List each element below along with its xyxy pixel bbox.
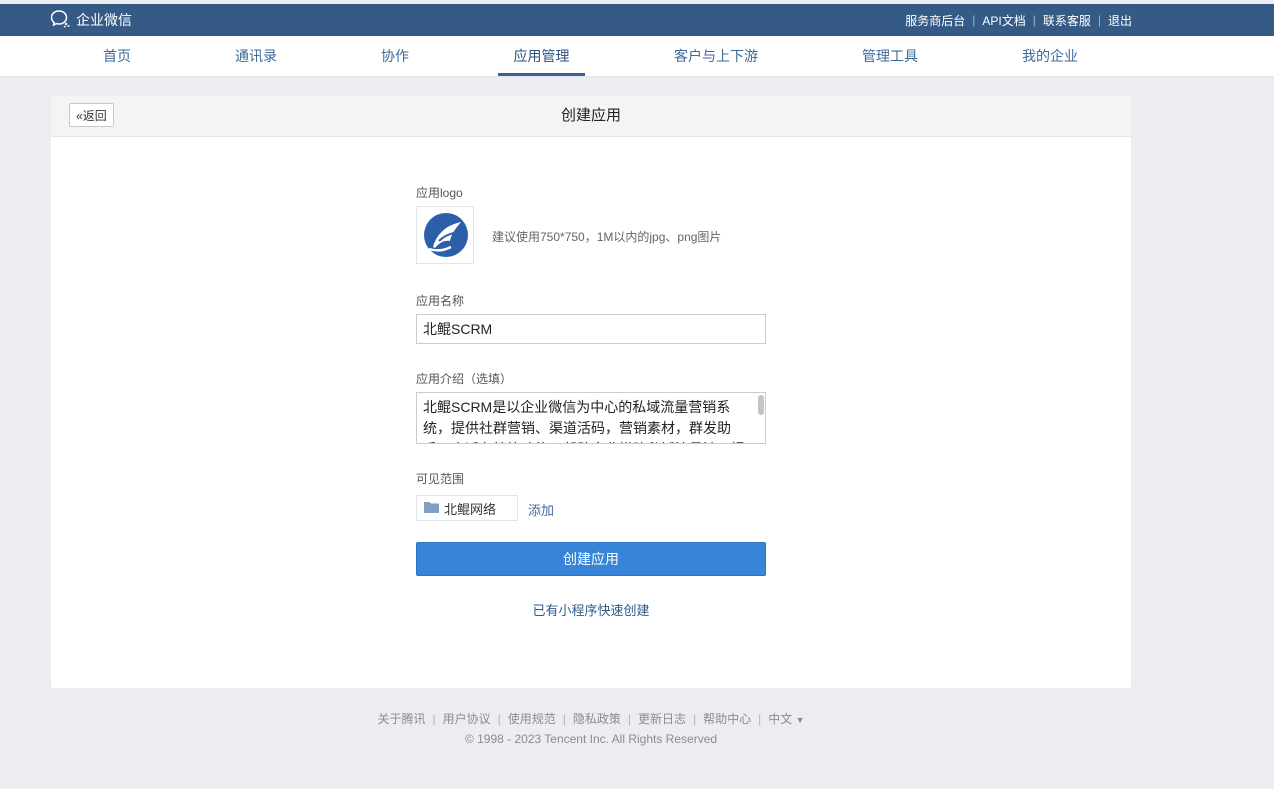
nav-contacts[interactable]: 通讯录	[222, 36, 290, 76]
name-label: 应用名称	[416, 294, 465, 308]
language-selector[interactable]: 中文 ▼	[768, 712, 804, 726]
footer-changelog-link[interactable]: 更新日志	[638, 712, 686, 726]
link-divider: |	[1032, 13, 1036, 27]
provider-backend-link[interactable]: 服务商后台	[905, 12, 965, 29]
footer-divider: |	[497, 712, 501, 726]
link-divider: |	[1097, 13, 1101, 27]
footer-help-link[interactable]: 帮助中心	[703, 712, 751, 726]
nav-home[interactable]: 首页	[86, 36, 148, 76]
main-nav: 首页 通讯录 协作 应用管理 客户与上下游 管理工具 我的企业	[0, 36, 1274, 77]
back-button-label: 返回	[82, 109, 107, 123]
wecom-logo-icon	[50, 9, 76, 32]
card-header: 创建应用 «返回	[51, 96, 1131, 137]
nav-my-enterprise[interactable]: 我的企业	[1008, 36, 1092, 76]
link-divider: |	[972, 13, 976, 27]
logo-label: 应用logo	[416, 186, 463, 200]
brand-name: 企业微信	[76, 12, 132, 28]
api-docs-link[interactable]: API文档	[982, 12, 1025, 29]
contact-support-link[interactable]: 联系客服	[1043, 12, 1091, 29]
app-intro-text: 北鲲SCRM是以企业微信为中心的私域流量营销系统，提供社群营销、渠道活码，营销素…	[423, 399, 745, 443]
textarea-scrollbar[interactable]	[758, 395, 764, 415]
nav-customers-partners[interactable]: 客户与上下游	[660, 36, 772, 76]
footer-divider: |	[627, 712, 631, 726]
footer-divider: |	[562, 712, 566, 726]
footer-user-agreement-link[interactable]: 用户协议	[443, 712, 491, 726]
copyright-text: © 1998 - 2023 Tencent Inc. All Rights Re…	[464, 732, 718, 746]
page-title: 创建应用	[560, 107, 621, 124]
footer-divider: |	[758, 712, 762, 726]
create-app-button[interactable]: 创建应用	[416, 542, 766, 576]
add-visible-range-link[interactable]: 添加	[528, 500, 554, 519]
footer-divider: |	[432, 712, 436, 726]
brand-logo[interactable]: 企业微信	[50, 4, 132, 36]
app-logo-upload[interactable]	[416, 206, 474, 264]
top-links: 服务商后台 | API文档 | 联系客服 | 退出	[905, 4, 1132, 36]
footer-divider: |	[693, 712, 697, 726]
footer-usage-rules-link[interactable]: 使用规范	[508, 712, 556, 726]
nav-app-management[interactable]: 应用管理	[498, 36, 585, 76]
quick-create-miniprogram-link[interactable]: 已有小程序快速创建	[416, 600, 766, 619]
footer-about-link[interactable]: 关于腾讯	[377, 712, 425, 726]
footer-links: 关于腾讯 | 用户协议 | 使用规范 | 隐私政策 | 更新日志 | 帮助中心 | 中文 ▼	[0, 710, 1182, 727]
back-button[interactable]: «返回	[69, 103, 114, 127]
app-intro-textarea[interactable]: 北鲲SCRM是以企业微信为中心的私域流量营销系统，提供社群营销、渠道活码，营销素…	[416, 392, 766, 444]
footer-privacy-link[interactable]: 隐私政策	[573, 712, 621, 726]
logo-hint: 建议使用750*750，1M以内的jpg、png图片	[492, 230, 722, 244]
folder-icon	[424, 501, 444, 516]
intro-label: 应用介绍（选填）	[416, 372, 513, 386]
caret-down-icon: ▼	[795, 715, 805, 725]
create-app-card: 创建应用 «返回 应用logo 建议使用750*750，1M以内的jpg、png…	[51, 96, 1131, 688]
language-label: 中文	[768, 712, 793, 726]
app-logo-image	[424, 213, 468, 257]
nav-management-tools[interactable]: 管理工具	[848, 36, 932, 76]
double-chevron-left-icon: «	[76, 109, 83, 123]
logout-link[interactable]: 退出	[1108, 12, 1132, 29]
visible-dept-name: 北鲲网络	[444, 501, 497, 517]
top-bar: 企业微信 服务商后台 | API文档 | 联系客服 | 退出	[0, 4, 1274, 36]
visible-range-label: 可见范围	[416, 472, 465, 486]
app-name-input[interactable]: 北鲲SCRM	[416, 314, 766, 344]
visible-dept-chip[interactable]: 北鲲网络	[416, 495, 518, 521]
nav-collaboration[interactable]: 协作	[365, 36, 425, 76]
